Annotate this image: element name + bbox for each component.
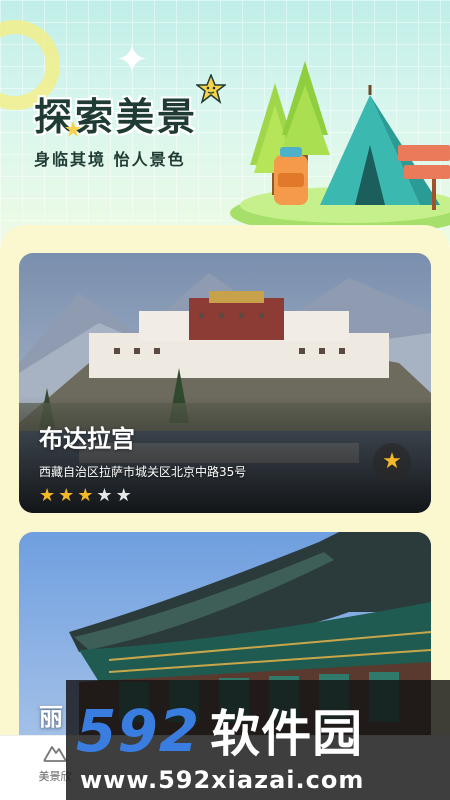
- spot-card[interactable]: 布达拉宫 西藏自治区拉萨市城关区北京中路35号 ★ ★ ★ ★ ★ ★: [19, 253, 431, 513]
- header-banner: ✦ 探索美景 身临其境 怡人景色: [0, 0, 450, 245]
- spot-name: 布达拉宫: [39, 425, 135, 453]
- favorite-button[interactable]: ★: [373, 443, 411, 481]
- watermark-number: 592: [76, 697, 201, 765]
- star-filled-icon: ★: [77, 485, 94, 506]
- spot-name: 丽: [39, 703, 63, 731]
- page-subtitle: 身临其境 怡人景色: [34, 150, 186, 169]
- spot-address: 西藏自治区拉萨市城关区北京中路35号: [39, 465, 247, 479]
- page-title: 探索美景: [34, 95, 199, 139]
- camping-illustration: [230, 61, 450, 235]
- watermark-overlay: 592 软件园 www.592xiazai.com: [66, 680, 450, 800]
- sparkle-icon: ✦: [115, 37, 149, 83]
- watermark-text: 软件园: [210, 705, 364, 763]
- star-empty-icon: ★: [96, 485, 113, 506]
- small-star-icon: [65, 121, 81, 137]
- watermark-url: www.592xiazai.com: [80, 766, 365, 794]
- watermark-logo: 592 软件园: [76, 694, 363, 766]
- star-icon: ★: [382, 449, 402, 474]
- star-filled-icon: ★: [39, 485, 56, 506]
- star-rating: ★ ★ ★ ★ ★: [39, 487, 132, 505]
- star-empty-icon: ★: [115, 485, 132, 506]
- mountain-icon: [43, 746, 67, 762]
- star-filled-icon: ★: [58, 485, 75, 506]
